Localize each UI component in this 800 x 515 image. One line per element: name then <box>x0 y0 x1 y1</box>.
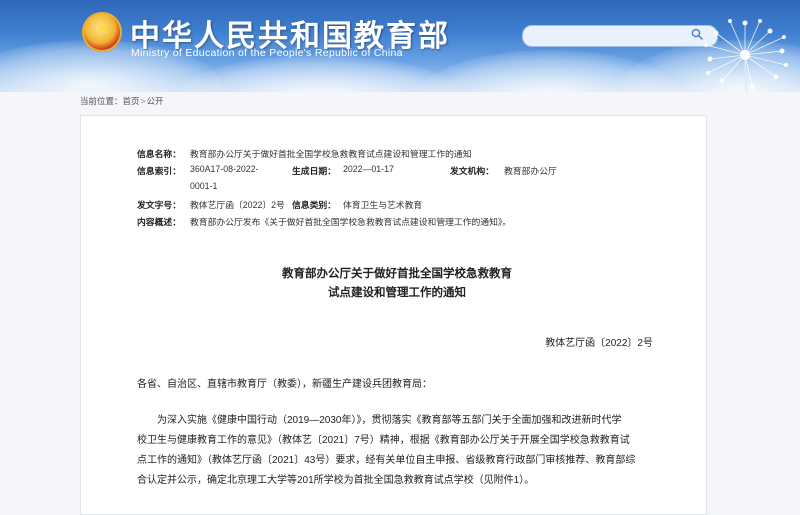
search-input[interactable] <box>522 25 718 47</box>
info-index-value-cont: 0001-1 <box>190 181 218 191</box>
paragraph-line: 为深入实施《健康中国行动（2019—2030年）》，贯彻落实《教育部等五部门关于… <box>137 415 622 426</box>
document-title: 教育部办公厅关于做好首批全国学校急救教育 试点建设和管理工作的通知 <box>137 265 657 303</box>
document-title-line: 教育部办公厅关于做好首批全国学校急救教育 <box>282 268 512 280</box>
breadcrumb-item-public[interactable]: 公开 <box>147 95 164 107</box>
info-name-label: 信息名称： <box>137 149 181 159</box>
meta-row-index: 信息索引： 360A17-08-2022- 生成日期： 2022—01-17 发… <box>137 164 657 181</box>
document-number: 教体艺厅函〔2022〕2号 <box>545 338 653 349</box>
breadcrumb-item-home[interactable]: 首页 <box>123 95 140 107</box>
site-header: 中华人民共和国教育部 Ministry of Education of the … <box>0 0 800 92</box>
info-index-value: 360A17-08-2022- <box>190 164 259 174</box>
gen-date-label: 生成日期： <box>292 166 336 176</box>
info-index-label: 信息索引： <box>137 166 181 176</box>
doc-no-label: 发文字号： <box>137 200 181 210</box>
issuer-value: 教育部办公厅 <box>504 166 557 176</box>
summary-value: 教育部办公厅发布《关于做好首批全国学校急救教育试点建设和管理工作的通知》。 <box>190 217 512 227</box>
document-salutation: 各省、自治区、直辖市教育厅（教委），新疆生产建设兵团教育局： <box>137 379 432 390</box>
national-emblem-icon <box>82 12 122 52</box>
summary-label: 内容概述： <box>137 217 181 227</box>
doc-no-value: 教体艺厅函〔2022〕2号 <box>190 200 285 210</box>
breadcrumb-separator: > <box>140 96 146 106</box>
category-label: 信息类别： <box>292 200 336 210</box>
header-cloud <box>180 55 460 92</box>
meta-row-name: 信息名称： 教育部办公厅关于做好首批全国学校急救教育试点建设和管理工作的通知 <box>137 147 657 164</box>
paragraph-line: 合认定并公示，确定北京理工大学等201所学校为首批全国急救教育试点学校（见附件1… <box>137 475 535 486</box>
gen-date-value: 2022—01-17 <box>343 164 394 174</box>
document-title-line: 试点建设和管理工作的通知 <box>328 287 466 299</box>
breadcrumb-label: 当前位置： <box>80 96 123 106</box>
category-value: 体育卫生与艺术教育 <box>343 200 423 210</box>
document-paragraph: 为深入实施《健康中国行动（2019—2030年）》，贯彻落实《教育部等五部门关于… <box>137 411 657 491</box>
paragraph-line: 校卫生与健康教育工作的意见》（教体艺〔2021〕7号）精神，根据《教育部办公厅关… <box>137 435 630 446</box>
info-name-value: 教育部办公厅关于做好首批全国学校急救教育试点建设和管理工作的通知 <box>190 149 472 159</box>
meta-row-docno: 发文字号： 教体艺厅函〔2022〕2号 信息类别： 体育卫生与艺术教育 <box>137 198 657 215</box>
site-subtitle: Ministry of Education of the People's Re… <box>131 47 403 59</box>
meta-row-summary: 内容概述： 教育部办公厅发布《关于做好首批全国学校急救教育试点建设和管理工作的通… <box>137 215 657 232</box>
document-metadata: 信息名称： 教育部办公厅关于做好首批全国学校急救教育试点建设和管理工作的通知 信… <box>137 147 657 232</box>
paragraph-line: 点工作的通知》（教体艺厅函〔2021〕43号）要求，经有关单位自主申报、省级教育… <box>137 455 636 466</box>
meta-row-index-cont: 0001-1 <box>137 181 657 198</box>
issuer-label: 发文机构： <box>450 166 494 176</box>
dandelion-decoration-icon <box>704 19 788 92</box>
breadcrumb: 当前位置：首页>公开 <box>80 95 164 107</box>
